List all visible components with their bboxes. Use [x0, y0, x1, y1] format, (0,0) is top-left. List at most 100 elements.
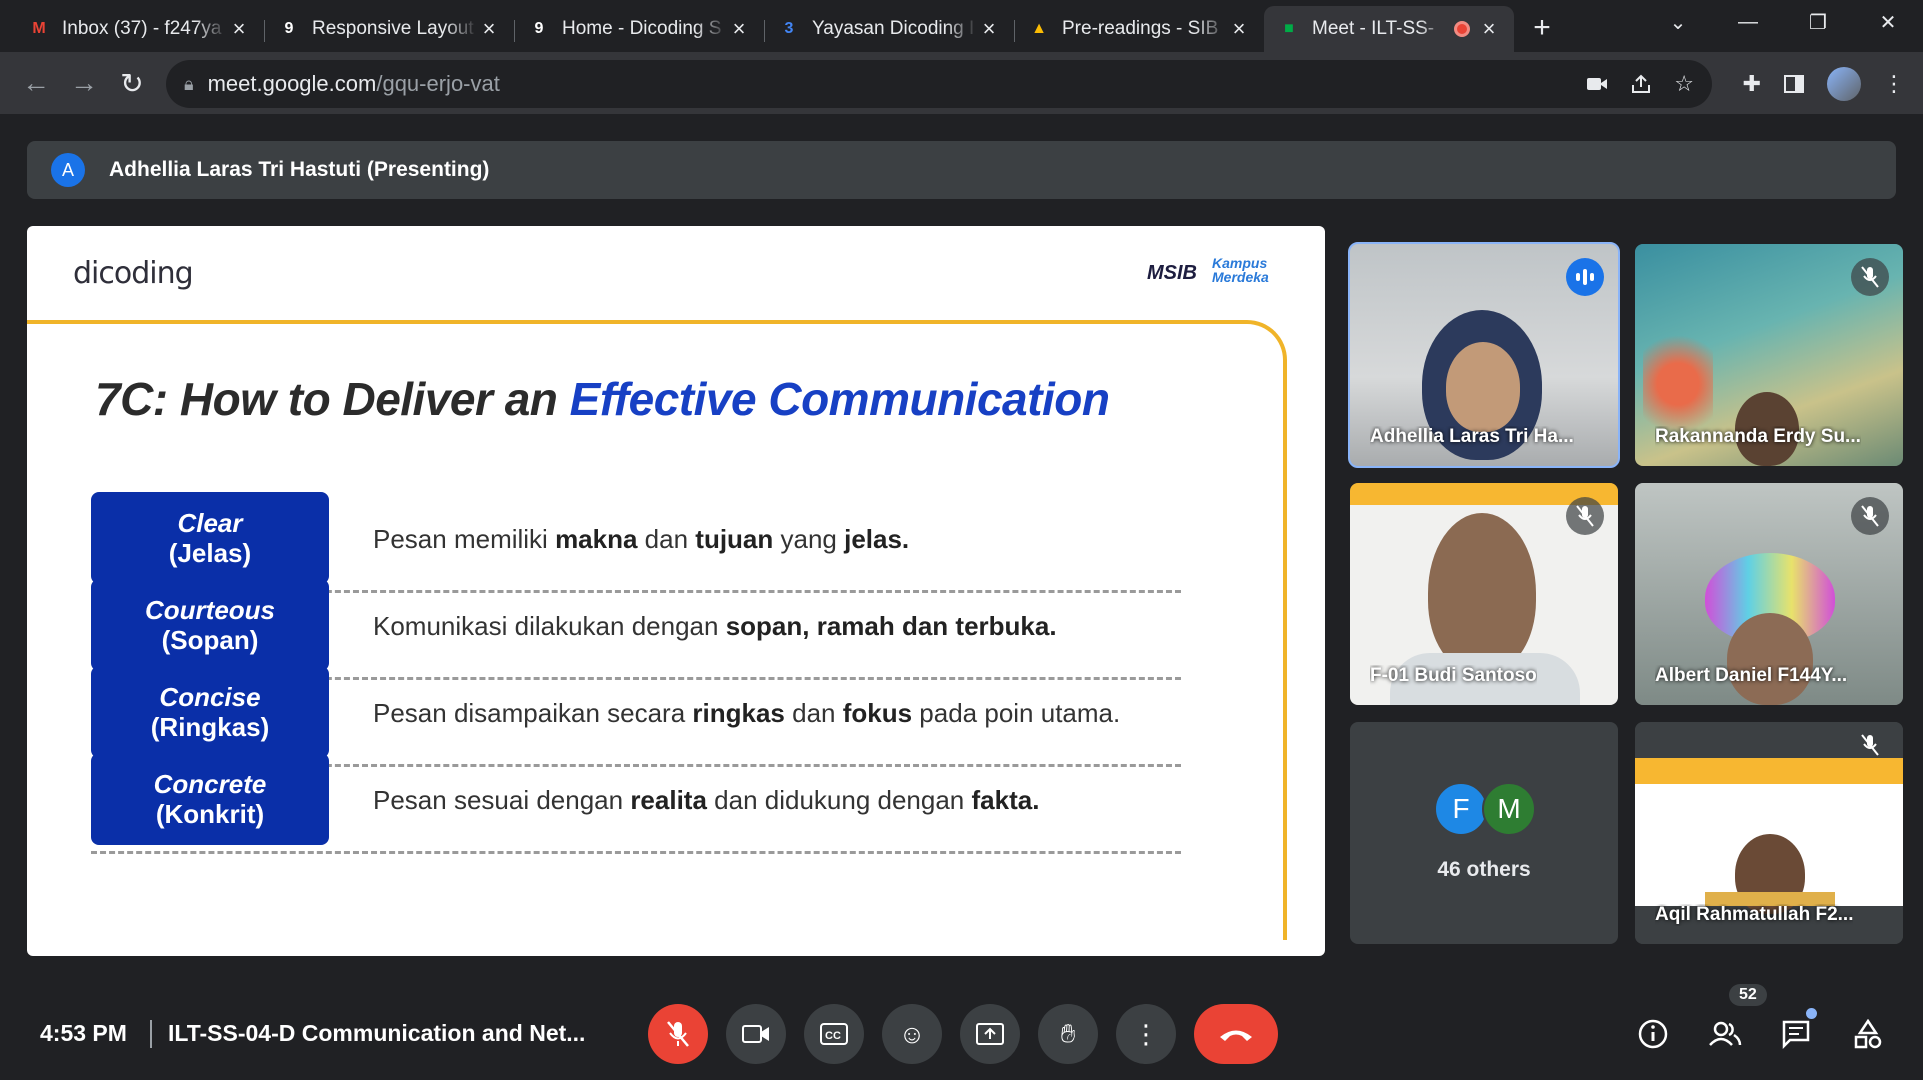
- muted-mic-icon: [1851, 497, 1889, 535]
- dicoding-icon: 9: [284, 20, 294, 37]
- extension-icons: ✚ ⋮: [1743, 60, 1905, 108]
- close-tab-icon[interactable]: ×: [1478, 16, 1500, 42]
- captions-button[interactable]: CC: [804, 1004, 864, 1064]
- browser-tab[interactable]: M Inbox (37) - f247ya ×: [14, 6, 264, 52]
- muted-mic-icon: [1566, 497, 1604, 535]
- url-path: /gqu-erjo-vat: [376, 71, 500, 96]
- c-term-english: Concrete: [153, 769, 267, 799]
- bookmark-star-icon[interactable]: ☆: [1674, 71, 1694, 97]
- extensions-puzzle-icon[interactable]: ✚: [1743, 71, 1761, 97]
- svg-text:CC: CC: [825, 1030, 841, 1042]
- c-term-indonesian: (Ringkas): [150, 712, 270, 742]
- share-icon[interactable]: [1630, 73, 1652, 95]
- c-term-english: Courteous: [145, 595, 275, 625]
- browser-tab[interactable]: 9 Responsive Layout ×: [264, 6, 514, 52]
- shared-presentation[interactable]: dicoding MSIB Kampus Merdeka 7C: How to …: [27, 226, 1325, 956]
- reload-button[interactable]: ↻: [108, 59, 156, 107]
- hang-up-icon: [1220, 1030, 1252, 1041]
- window-controls: ⌄ — ❐ ✕: [1643, 0, 1923, 44]
- c-term-indonesian: (Jelas): [168, 538, 252, 568]
- meeting-title: ILT-SS-04-D Communication and Net...: [168, 1020, 586, 1046]
- browser-toolbar: ← → ↻ 🔒︎ meet.google.com/gqu-erjo-vat ☆ …: [0, 52, 1923, 114]
- description-emphasis: makna: [555, 524, 638, 554]
- chat-button[interactable]: [1772, 1010, 1820, 1058]
- description-emphasis: ringkas: [692, 698, 785, 728]
- leave-call-button[interactable]: [1194, 1004, 1278, 1064]
- c-label-box: Courteous (Sopan): [91, 579, 329, 671]
- others-tile[interactable]: F M 46 others: [1350, 722, 1618, 944]
- more-options-button[interactable]: ⋮: [1116, 1004, 1176, 1064]
- description-text: dan didukung dengan: [706, 785, 972, 815]
- seven-c-item: Courteous (Sopan) Komunikasi dilakukan den…: [91, 579, 1191, 680]
- present-screen-icon: [976, 1023, 1004, 1045]
- others-avatar: M: [1482, 782, 1536, 836]
- slide-title-plain: 7C: How to Deliver an: [95, 373, 570, 425]
- close-tab-icon[interactable]: ×: [978, 16, 1000, 42]
- slide-title: 7C: How to Deliver an Effective Communic…: [95, 372, 1110, 426]
- forward-button[interactable]: →: [60, 59, 108, 107]
- raise-hand-button[interactable]: ✋︎: [1038, 1004, 1098, 1064]
- participant-tile[interactable]: Rakannanda Erdy Su...: [1635, 244, 1903, 466]
- participant-tile[interactable]: Aqil Rahmatullah F2...: [1635, 722, 1903, 944]
- browser-tabstrip: M Inbox (37) - f247ya × 9 Responsive Layout ×…: [0, 0, 1923, 52]
- present-now-button[interactable]: [960, 1004, 1020, 1064]
- browser-menu-icon[interactable]: ⋮: [1883, 71, 1905, 97]
- description-text: Pesan sesuai dengan: [373, 785, 631, 815]
- camera-icon[interactable]: [1586, 75, 1608, 93]
- new-tab-button[interactable]: +: [1522, 8, 1562, 48]
- browser-tab[interactable]: 9 Home - Dicoding S ×: [514, 6, 764, 52]
- description-text: Pesan memiliki: [373, 524, 556, 554]
- description-text: yang: [773, 524, 845, 554]
- speaking-indicator-icon: [1566, 258, 1604, 296]
- meet-control-bar: 4:53 PM ILT-SS-04-D Communication and Ne…: [0, 980, 1923, 1080]
- description-emphasis: sopan, ramah dan terbuka.: [725, 611, 1057, 641]
- meet-stage: A Adhellia Laras Tri Hastuti (Presenting…: [0, 114, 1923, 1080]
- side-panel-icon[interactable]: [1783, 73, 1805, 95]
- participant-tile[interactable]: Adhellia Laras Tri Ha...: [1348, 242, 1620, 468]
- reload-icon: ↻: [120, 67, 144, 99]
- back-button[interactable]: ←: [12, 59, 60, 107]
- meeting-details-button[interactable]: [1629, 1010, 1677, 1058]
- presenter-label: Adhellia Laras Tri Hastuti (Presenting): [109, 158, 490, 181]
- tab-title: Yayasan Dicoding I: [812, 18, 975, 39]
- restore-button[interactable]: ❐: [1783, 0, 1853, 44]
- forward-arrow-icon: →: [70, 67, 98, 98]
- c-label-box: Clear (Jelas): [91, 492, 329, 584]
- profile-avatar[interactable]: [1827, 67, 1861, 101]
- participant-tile[interactable]: Albert Daniel F144Y...: [1635, 483, 1903, 705]
- microphone-toggle-button[interactable]: [648, 1004, 708, 1064]
- reactions-button[interactable]: ☺: [882, 1004, 942, 1064]
- close-window-button[interactable]: ✕: [1853, 0, 1923, 44]
- presenter-avatar: A: [51, 153, 85, 187]
- seven-c-item: Concrete (Konkrit) Pesan sesuai dengan rea…: [91, 753, 1191, 854]
- close-tab-icon[interactable]: ×: [728, 16, 750, 42]
- mic-off-icon: [667, 1021, 689, 1047]
- c-term-indonesian: (Konkrit): [155, 799, 265, 829]
- meet-icon: ■: [1284, 20, 1294, 37]
- participant-tile[interactable]: F-01 Budi Santoso: [1350, 483, 1618, 705]
- browser-tab[interactable]: ▲ Pre-readings - SIB ×: [1014, 6, 1264, 52]
- recording-indicator-icon: [1454, 21, 1470, 37]
- others-count-label: 46 others: [1437, 858, 1531, 881]
- camera-toggle-button[interactable]: [726, 1004, 786, 1064]
- activities-shapes-icon: [1854, 1019, 1882, 1049]
- browser-tab[interactable]: 3 Yayasan Dicoding I ×: [764, 6, 1014, 52]
- muted-mic-icon: [1851, 258, 1889, 296]
- minimize-button[interactable]: —: [1713, 0, 1783, 44]
- back-arrow-icon: ←: [22, 67, 50, 98]
- tab-search-icon[interactable]: ⌄: [1643, 0, 1713, 44]
- close-tab-icon[interactable]: ×: [1228, 16, 1250, 42]
- meeting-clock: 4:53 PM: [40, 1020, 127, 1046]
- c-description: Komunikasi dilakukan dengan sopan, ramah…: [373, 611, 1057, 642]
- browser-tab[interactable]: ■ Meet - ILT-SS- ×: [1264, 6, 1514, 52]
- address-bar[interactable]: 🔒︎ meet.google.com/gqu-erjo-vat ☆: [166, 60, 1712, 108]
- close-tab-icon[interactable]: ×: [228, 16, 250, 42]
- description-text: dan: [637, 524, 696, 554]
- more-vert-icon: ⋮: [1133, 1018, 1159, 1049]
- participant-face: [1446, 342, 1520, 432]
- activities-button[interactable]: [1844, 1010, 1892, 1058]
- seven-c-item: Clear (Jelas) Pesan memiliki makna dan tuj…: [91, 492, 1191, 593]
- tab-list: M Inbox (37) - f247ya × 9 Responsive Layout ×…: [14, 6, 1514, 52]
- people-button[interactable]: [1701, 1010, 1749, 1058]
- close-tab-icon[interactable]: ×: [478, 16, 500, 42]
